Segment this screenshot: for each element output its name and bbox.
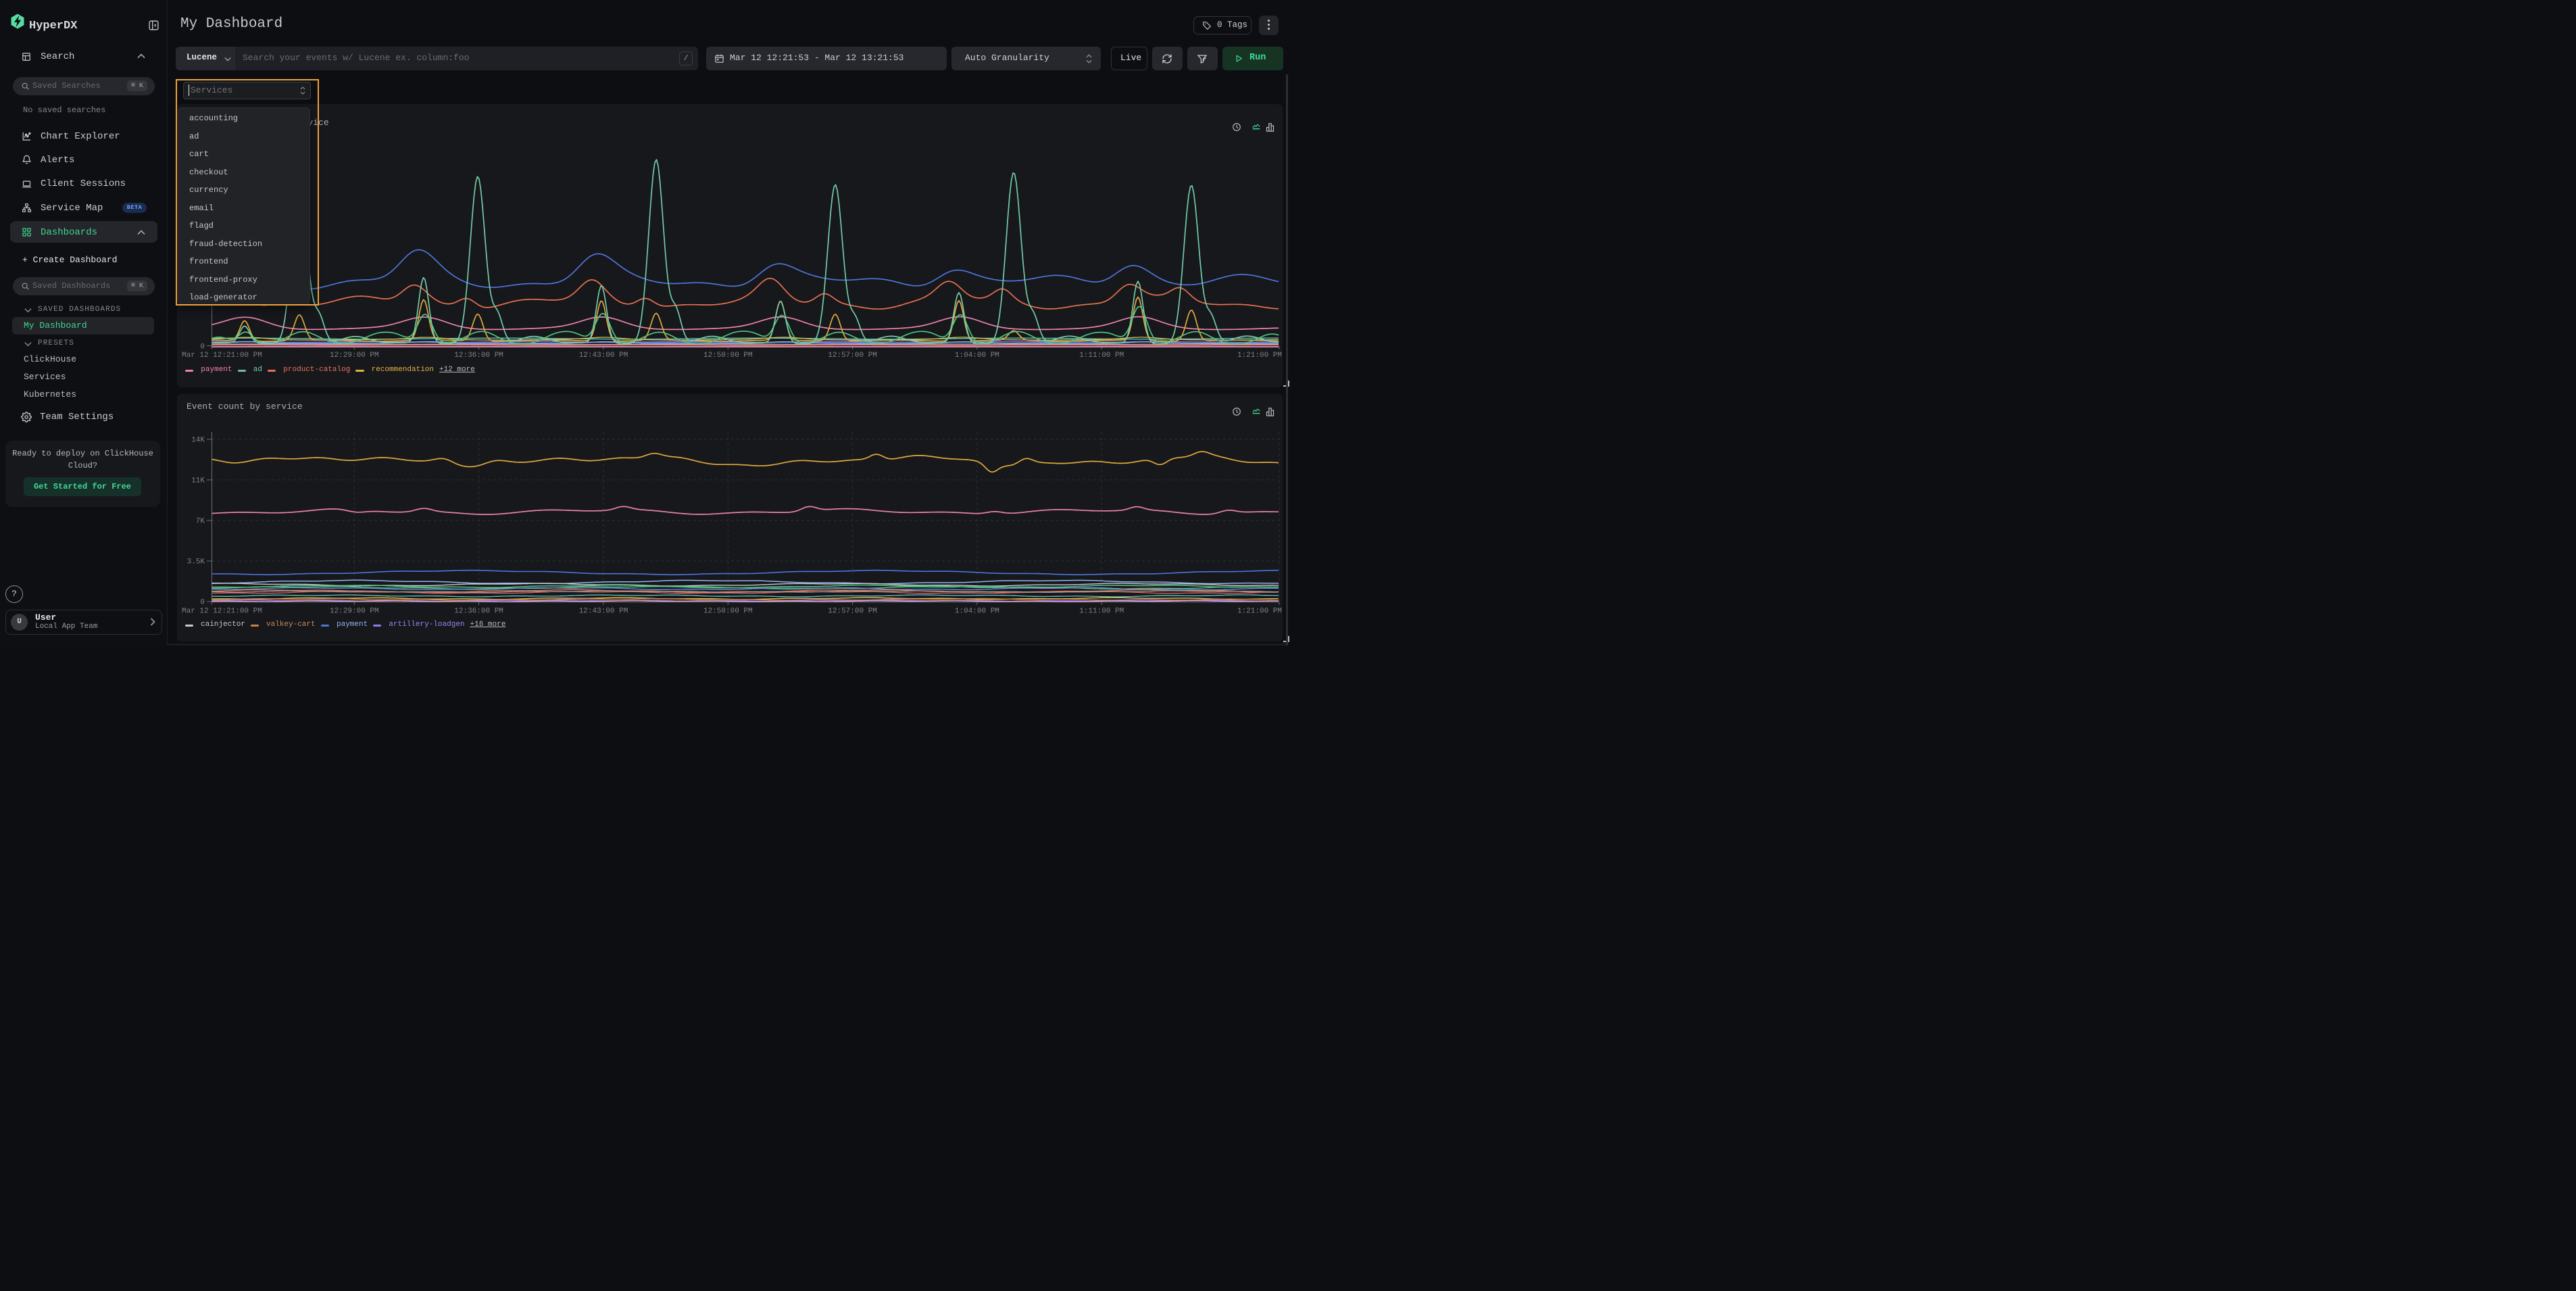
svg-text:Mar 12 12:21:00 PM: Mar 12 12:21:00 PM <box>182 351 262 360</box>
svg-text:1:21:00 PM: 1:21:00 PM <box>1237 351 1282 360</box>
svg-text:12:29:00 PM: 12:29:00 PM <box>330 351 379 360</box>
svg-text:1:04:00 PM: 1:04:00 PM <box>955 608 999 616</box>
svg-text:12:36:00 PM: 12:36:00 PM <box>454 608 503 616</box>
svg-text:0: 0 <box>200 599 205 607</box>
svg-text:12:50:00 PM: 12:50:00 PM <box>703 608 753 616</box>
svg-text:Mar 12 12:21:00 PM: Mar 12 12:21:00 PM <box>182 608 262 616</box>
svg-text:7K: 7K <box>196 518 205 526</box>
svg-text:1:11:00 PM: 1:11:00 PM <box>1079 351 1124 360</box>
svg-text:12:43:00 PM: 12:43:00 PM <box>579 608 628 616</box>
svg-text:11K: 11K <box>191 477 205 485</box>
svg-text:12:29:00 PM: 12:29:00 PM <box>330 608 379 616</box>
svg-text:0: 0 <box>200 343 205 351</box>
svg-text:12:57:00 PM: 12:57:00 PM <box>828 608 877 616</box>
svg-text:12:36:00 PM: 12:36:00 PM <box>454 351 503 360</box>
svg-text:12:57:00 PM: 12:57:00 PM <box>828 351 877 360</box>
svg-text:1:11:00 PM: 1:11:00 PM <box>1079 608 1124 616</box>
svg-text:1:04:00 PM: 1:04:00 PM <box>955 351 999 360</box>
svg-text:12:50:00 PM: 12:50:00 PM <box>703 351 753 360</box>
svg-text:3.5K: 3.5K <box>187 558 205 566</box>
svg-text:1:21:00 PM: 1:21:00 PM <box>1237 608 1282 616</box>
svg-text:14K: 14K <box>191 437 205 445</box>
svg-text:12:43:00 PM: 12:43:00 PM <box>579 351 628 360</box>
